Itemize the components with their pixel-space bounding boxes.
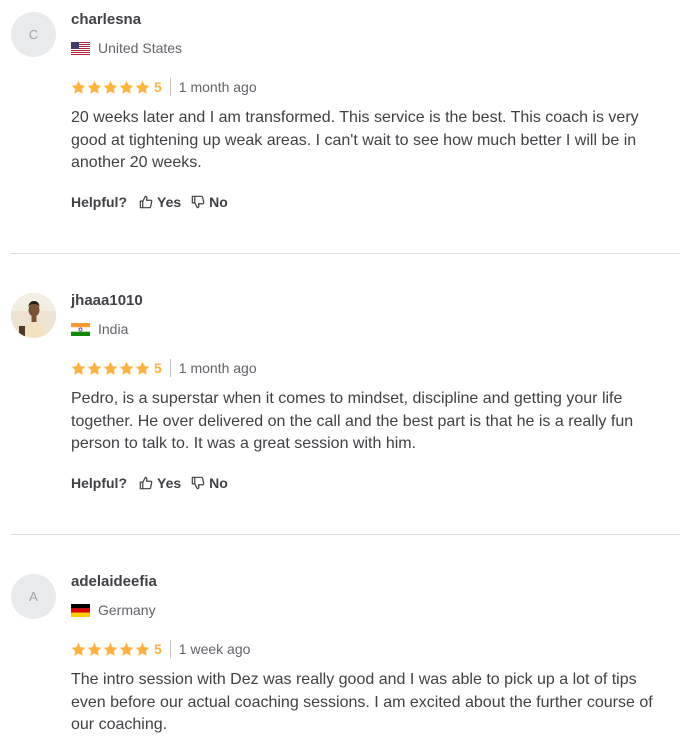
helpful-label: Helpful?	[71, 475, 127, 491]
thumbs-down-icon	[191, 195, 205, 209]
review-date: 1 month ago	[178, 360, 257, 376]
star-icon	[103, 361, 118, 375]
star-icon	[119, 642, 134, 656]
avatar[interactable]: C	[11, 12, 56, 57]
reviewer-country: Germany	[71, 602, 156, 618]
rating-score: 5	[154, 78, 171, 96]
review-text: The intro session with Dez was really go…	[71, 671, 653, 733]
helpful-label: Helpful?	[71, 194, 127, 210]
helpful-yes-button[interactable]: Yes	[139, 194, 181, 210]
country-name: Germany	[98, 602, 156, 618]
helpful-votes: Helpful? Yes No	[71, 475, 228, 491]
rating-score: 5	[154, 359, 171, 377]
thumbs-up-icon	[139, 476, 153, 490]
thumbs-up-icon	[139, 195, 153, 209]
review-divider	[11, 534, 680, 535]
star-icon	[135, 80, 150, 94]
star-icon	[103, 642, 118, 656]
avatar-letter: C	[28, 27, 39, 42]
star-rating	[71, 80, 150, 95]
star-icon	[71, 80, 86, 94]
username[interactable]: adelaideefia	[71, 573, 157, 590]
star-icon	[119, 361, 134, 375]
rating: 5 1 month ago	[71, 359, 257, 377]
rating-score: 5	[154, 640, 171, 658]
helpful-no-button[interactable]: No	[191, 475, 228, 491]
star-icon	[87, 642, 102, 656]
avatar[interactable]: A	[11, 574, 56, 619]
star-icon	[119, 80, 134, 94]
country-name: United States	[98, 40, 183, 56]
helpful-yes-button[interactable]: Yes	[139, 475, 181, 491]
star-rating	[71, 361, 150, 376]
country-name: India	[98, 321, 129, 337]
star-icon	[71, 642, 86, 656]
helpful-votes: Helpful? Yes No	[71, 194, 228, 210]
reviewer-country: India	[71, 321, 128, 337]
germany-flag-icon	[71, 603, 90, 617]
thumbs-down-icon	[191, 476, 205, 490]
reviewer-country: United States	[71, 40, 182, 56]
rating: 5 1 month ago	[71, 78, 257, 96]
no-label: No	[209, 475, 228, 491]
yes-label: Yes	[157, 194, 182, 210]
reviews-list: C charlesna United States 5 1 month ago …	[0, 0, 682, 751]
username[interactable]: charlesna	[71, 11, 141, 28]
star-icon	[87, 80, 102, 94]
review-date: 1 month ago	[178, 79, 257, 95]
review-text: Pedro, is a superstar when it comes to m…	[71, 390, 634, 452]
india-flag-icon	[71, 322, 90, 336]
review-date: 1 week ago	[178, 641, 251, 657]
star-icon	[87, 361, 102, 375]
star-icon	[103, 80, 118, 94]
username[interactable]: jhaaa1010	[71, 292, 143, 309]
yes-label: Yes	[157, 475, 182, 491]
star-icon	[71, 361, 86, 375]
review-divider	[11, 253, 680, 254]
us-flag-icon	[71, 41, 90, 55]
avatar-letter: A	[29, 589, 38, 604]
user-photo-icon	[11, 293, 56, 338]
star-rating	[71, 642, 150, 657]
helpful-no-button[interactable]: No	[191, 194, 228, 210]
no-label: No	[209, 194, 228, 210]
star-icon	[135, 361, 150, 375]
review-text: 20 weeks later and I am transformed. Thi…	[71, 109, 639, 171]
rating: 5 1 week ago	[71, 640, 250, 658]
star-icon	[135, 642, 150, 656]
avatar[interactable]	[11, 293, 56, 338]
